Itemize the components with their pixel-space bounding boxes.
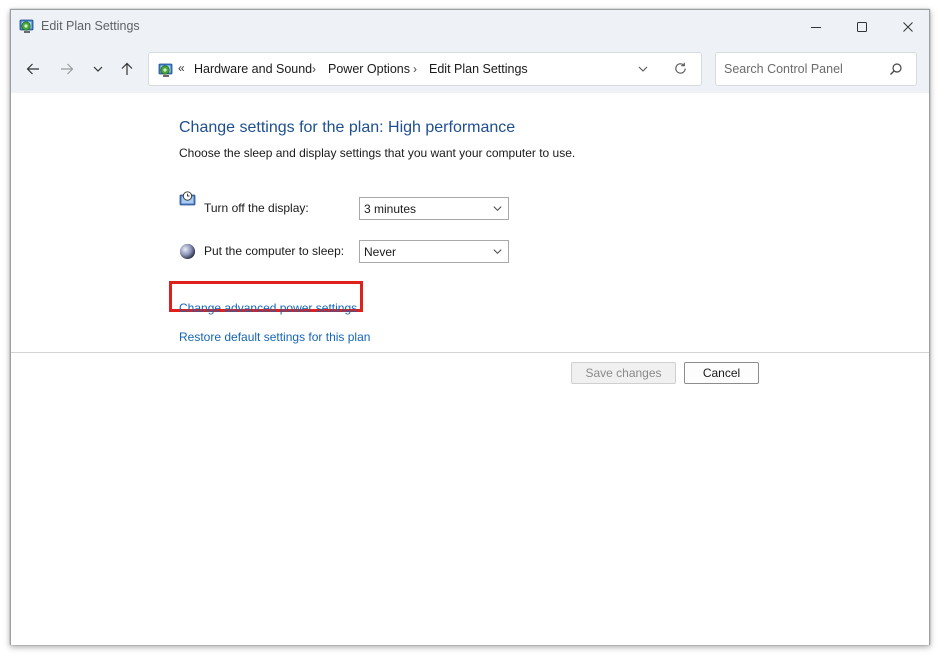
breadcrumb-overflow-button[interactable]: «: [178, 61, 185, 75]
title-bar: Edit Plan Settings: [11, 10, 929, 43]
maximize-icon: [857, 21, 867, 32]
sleep-timeout-value: Never: [364, 245, 397, 259]
chevron-down-icon: [493, 206, 502, 212]
main-content: Change settings for the plan: High perfo…: [11, 93, 929, 645]
recent-locations-button[interactable]: [87, 59, 109, 79]
minimize-button[interactable]: [793, 10, 839, 43]
breadcrumb-hardware-and-sound[interactable]: Hardware and Sound: [194, 62, 312, 76]
address-history-dropdown[interactable]: [637, 62, 649, 80]
sleep-timeout-label: Put the computer to sleep:: [204, 244, 345, 258]
window-title: Edit Plan Settings: [41, 19, 140, 33]
search-icon[interactable]: [889, 62, 903, 81]
refresh-icon: [675, 62, 686, 74]
arrow-left-icon: [26, 63, 39, 75]
breadcrumb-separator[interactable]: ›: [312, 62, 316, 76]
cancel-button[interactable]: Cancel: [684, 362, 759, 384]
display-timeout-select[interactable]: 3 minutes: [359, 197, 509, 220]
forward-button[interactable]: [56, 59, 78, 79]
page-title: Change settings for the plan: High perfo…: [179, 119, 516, 136]
divider: [11, 352, 929, 353]
minimize-icon: [811, 26, 821, 28]
address-bar[interactable]: « Hardware and Sound › Power Options › E…: [148, 52, 702, 86]
breadcrumb-separator[interactable]: ›: [413, 62, 417, 76]
sleep-timeout-select[interactable]: Never: [359, 240, 509, 263]
page-description: Choose the sleep and display settings th…: [179, 146, 576, 160]
refresh-button[interactable]: [673, 61, 688, 81]
display-timeout-label: Turn off the display:: [204, 201, 309, 215]
save-changes-button[interactable]: Save changes: [571, 362, 676, 384]
search-input[interactable]: [717, 54, 877, 84]
arrow-up-icon: [121, 62, 133, 75]
control-panel-icon: [158, 63, 173, 77]
close-button[interactable]: [885, 10, 931, 43]
chevron-down-icon: [638, 66, 648, 72]
up-button[interactable]: [116, 59, 138, 79]
change-advanced-power-settings-link[interactable]: Change advanced power settings: [179, 301, 357, 315]
chevron-down-icon: [93, 66, 103, 72]
search-box: [715, 52, 917, 86]
chevron-down-icon: [493, 249, 502, 255]
edit-plan-settings-window: Edit Plan Settings « Hardware and Sound …: [10, 9, 930, 645]
restore-default-settings-link[interactable]: Restore default settings for this plan: [179, 330, 370, 344]
close-icon: [903, 21, 913, 32]
control-panel-icon: [19, 19, 34, 33]
display-timer-icon: [179, 191, 196, 206]
arrow-right-icon: [61, 63, 74, 75]
back-button[interactable]: [22, 59, 44, 79]
breadcrumb-edit-plan-settings[interactable]: Edit Plan Settings: [429, 62, 528, 76]
display-timeout-value: 3 minutes: [364, 202, 417, 216]
sleep-moon-icon: [180, 244, 195, 259]
maximize-button[interactable]: [839, 10, 885, 43]
breadcrumb-power-options[interactable]: Power Options: [328, 62, 410, 76]
navigation-bar: « Hardware and Sound › Power Options › E…: [11, 43, 929, 93]
